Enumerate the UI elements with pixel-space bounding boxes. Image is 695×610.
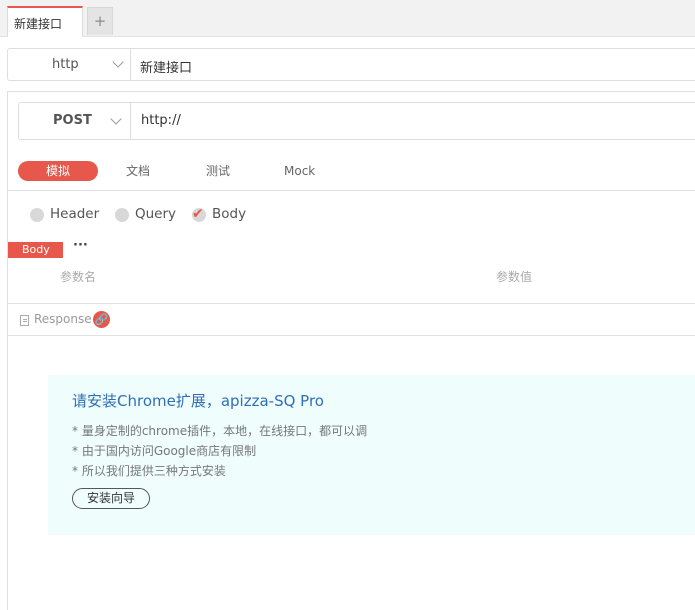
column-param-name: 参数名 — [60, 270, 97, 284]
params-table-header: 参数名 参数值 — [8, 264, 695, 304]
interface-name-row: http 新建接口 — [7, 48, 695, 81]
check-icon: ✔ — [192, 206, 204, 222]
method-value: POST — [53, 113, 92, 128]
extension-notice: 请安装Chrome扩展，apizza-SQ Pro * 量身定制的chrome插… — [48, 375, 695, 535]
notice-line: * 由于国内访问Google商店有限制 — [72, 444, 257, 458]
link-icon[interactable]: 🔗 — [93, 311, 110, 328]
install-guide-button[interactable]: 安装向导 — [72, 488, 150, 509]
url-input[interactable]: http:// — [141, 113, 181, 128]
radio-circle — [30, 208, 44, 222]
tab-label: 新建接口 — [14, 17, 63, 31]
param-type-radios: Header Query ✔ Body — [8, 200, 695, 230]
request-panel: POST http:// 模拟 文档 测试 Mock Header Query … — [7, 91, 695, 610]
method-select[interactable]: POST — [19, 103, 131, 139]
more-options-button[interactable]: ··· — [73, 238, 88, 253]
tab-simulate[interactable]: 模拟 — [18, 161, 98, 181]
tab-bar: 新建接口 + — [0, 0, 695, 37]
plus-icon: + — [93, 12, 107, 30]
tab-test[interactable]: 测试 — [206, 161, 230, 181]
radio-body-label: Body — [212, 206, 247, 222]
add-tab-button[interactable]: + — [87, 7, 113, 35]
url-row: POST http:// — [18, 102, 695, 140]
notice-title: 请安装Chrome扩展，apizza-SQ Pro — [72, 392, 324, 410]
notice-line: * 所以我们提供三种方式安装 — [72, 464, 226, 478]
interface-name-input[interactable]: 新建接口 — [140, 57, 192, 76]
response-bar: Response 🔗 — [8, 304, 695, 336]
radio-circle — [115, 208, 129, 222]
column-param-value: 参数值 — [496, 270, 533, 284]
document-icon — [20, 315, 29, 326]
tab-mock[interactable]: Mock — [284, 161, 315, 181]
protocol-value: http — [52, 57, 79, 72]
body-section-bar: Body ··· — [8, 238, 695, 260]
body-badge[interactable]: Body — [8, 242, 63, 258]
protocol-select[interactable]: http — [8, 49, 131, 80]
radio-header-label: Header — [50, 206, 100, 222]
response-label[interactable]: Response — [34, 312, 92, 326]
radio-query-label: Query — [135, 206, 177, 222]
chevron-down-icon — [110, 113, 122, 125]
chevron-down-icon — [112, 56, 124, 68]
mode-tabs: 模拟 文档 测试 Mock — [8, 158, 695, 191]
tab-docs[interactable]: 文档 — [126, 161, 150, 181]
notice-line: * 量身定制的chrome插件，本地，在线接口，都可以调 — [72, 424, 368, 438]
tab-new-interface[interactable]: 新建接口 — [7, 6, 83, 37]
